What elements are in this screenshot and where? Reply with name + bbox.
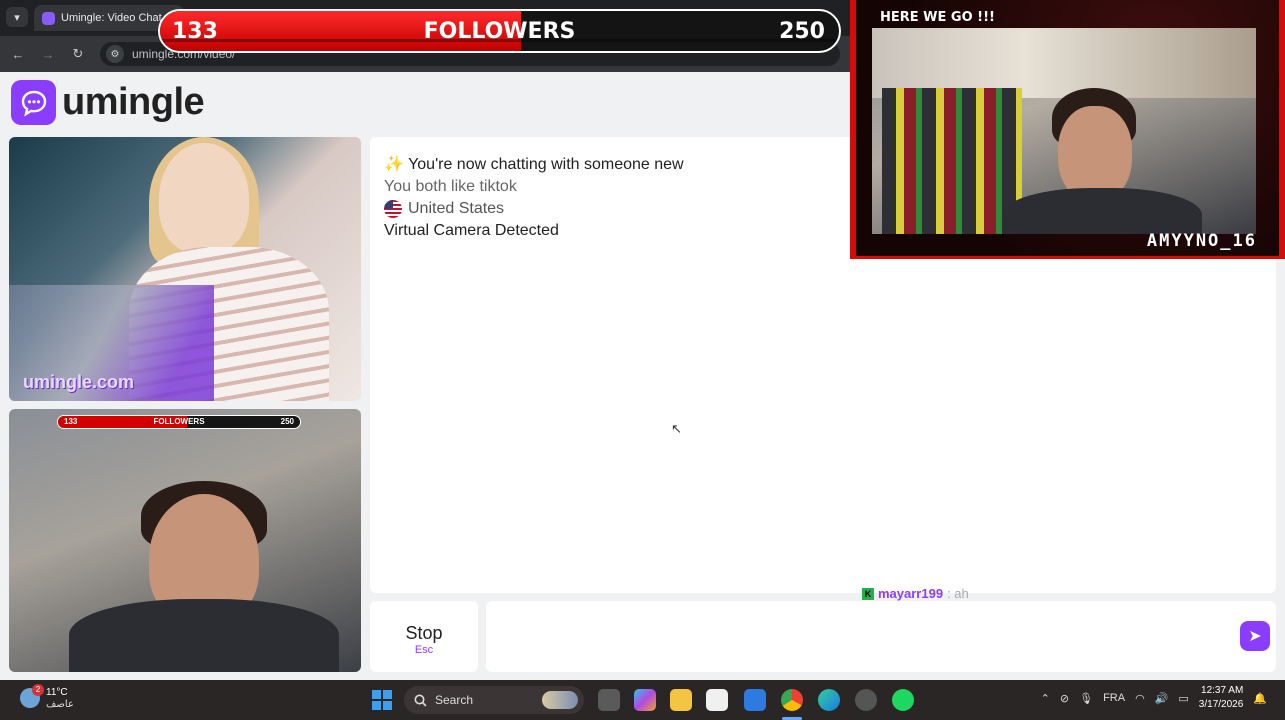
self-video: 133 FOLLOWERS 250 — [9, 409, 361, 672]
message-input[interactable]: ➤ — [486, 601, 1276, 672]
battery-icon[interactable]: ▭ — [1178, 692, 1188, 705]
outlook-icon[interactable] — [744, 689, 766, 711]
search-highlight-icon — [542, 691, 578, 709]
windows-start-icon[interactable] — [372, 690, 392, 710]
stranger-face — [159, 143, 249, 253]
mini-followers-goal: 250 — [280, 417, 294, 426]
network-off-icon[interactable]: ⊘ — [1060, 692, 1069, 705]
file-explorer-icon[interactable] — [670, 689, 692, 711]
taskbar-clock[interactable]: 12:37 AM 3/17/2026 — [1199, 684, 1244, 712]
site-info-icon[interactable]: ⚙ — [106, 45, 124, 63]
stranger-video: umingle.com — [9, 137, 361, 401]
kick-badge-icon: K — [862, 587, 874, 600]
stop-button[interactable]: Stop Esc — [370, 601, 478, 672]
followers-goal-bar: 133 FOLLOWERS 250 — [158, 9, 841, 53]
weather-widget[interactable]: 2 11°C عاصف — [20, 684, 74, 710]
followers-label: FOLLOWERS — [423, 19, 576, 44]
forward-arrow-icon[interactable]: → — [38, 44, 58, 64]
facecam-top-text: HERE WE GO !!! — [880, 10, 995, 25]
country-line: United States — [384, 200, 504, 218]
weather-description: عاصف — [46, 699, 74, 710]
search-label: Search — [435, 693, 474, 707]
back-arrow-icon[interactable]: ← — [8, 44, 28, 64]
language-indicator[interactable]: FRA — [1103, 692, 1125, 704]
facecam-clothes-rack — [882, 88, 1022, 234]
task-view-icon[interactable] — [598, 689, 620, 711]
send-arrow-icon[interactable]: ➤ — [1240, 621, 1270, 651]
weather-temperature: 11°C — [46, 687, 68, 698]
mouse-cursor-icon: ↖ — [671, 421, 682, 436]
stop-shortcut-hint: Esc — [414, 644, 434, 656]
chrome-icon[interactable] — [781, 689, 803, 711]
notification-bell-icon[interactable]: 🔔 — [1253, 692, 1267, 705]
chat-message-text: : ah — [947, 586, 969, 601]
tab-search-chevron-icon[interactable]: ▾ — [6, 7, 28, 27]
copilot-icon[interactable] — [634, 689, 656, 711]
followers-goal: 250 — [779, 19, 825, 44]
shared-interest-text: You both like tiktok — [384, 178, 517, 195]
video-watermark: umingle.com — [23, 372, 135, 392]
stream-chat-message: K mayarr199 : ah — [862, 586, 969, 601]
streamer-name: AMYYNO_16 — [1146, 231, 1257, 251]
facecam-video — [872, 28, 1256, 234]
clock-date: 3/17/2026 — [1198, 699, 1244, 710]
weather-badge: 2 — [32, 684, 44, 696]
microphone-icon[interactable]: 🎙 — [1079, 692, 1093, 705]
windows-taskbar: 2 11°C عاصف Search ⌃ ⊘ 🎙 FRA ◠ 🔊 ▭ 12:37… — [0, 680, 1285, 720]
spotify-icon[interactable] — [892, 689, 914, 711]
mini-followers-label: FOLLOWERS — [153, 417, 205, 426]
sparkles-icon: ✨ — [384, 156, 404, 173]
chat-intro-line: ✨ You're now chatting with someone new — [384, 154, 684, 174]
chat-username: mayarr199 — [878, 586, 944, 601]
microsoft-store-icon[interactable] — [706, 689, 728, 711]
show-hidden-icons-chevron-icon[interactable]: ⌃ — [1041, 692, 1050, 705]
reload-icon[interactable]: ↻ — [68, 44, 88, 64]
facecam-hoodie — [1002, 188, 1202, 234]
virtual-camera-notice: Virtual Camera Detected — [384, 222, 559, 239]
system-tray: ⌃ ⊘ 🎙 FRA ◠ 🔊 ▭ 12:37 AM 3/17/2026 🔔 — [1041, 684, 1267, 712]
stop-button-label: Stop — [405, 623, 443, 643]
volume-icon[interactable]: 🔊 — [1155, 692, 1169, 705]
brand-name: umingle — [62, 81, 205, 123]
chat-bubble-logo-icon — [11, 80, 56, 125]
mini-followers-bar: 133 FOLLOWERS 250 — [57, 415, 301, 429]
chat-intro-text: You're now chatting with someone new — [408, 156, 684, 173]
tab-title: Umingle: Video Chat w — [61, 12, 173, 24]
us-flag-icon — [384, 200, 402, 218]
umingle-favicon-icon — [42, 11, 55, 25]
country-text: United States — [408, 200, 505, 217]
taskbar-search[interactable]: Search — [404, 686, 584, 714]
umingle-logo[interactable]: umingle — [11, 80, 205, 125]
edge-icon[interactable] — [818, 689, 840, 711]
weather-wind-icon: 2 — [20, 684, 44, 708]
wifi-icon[interactable]: ◠ — [1135, 692, 1145, 705]
clock-time: 12:37 AM — [1201, 685, 1244, 696]
self-hoodie — [69, 599, 339, 672]
facecam-overlay: HERE WE GO !!! AMYYNO_16 — [850, 0, 1285, 259]
settings-gear-icon[interactable] — [855, 689, 877, 711]
search-icon — [414, 694, 427, 707]
